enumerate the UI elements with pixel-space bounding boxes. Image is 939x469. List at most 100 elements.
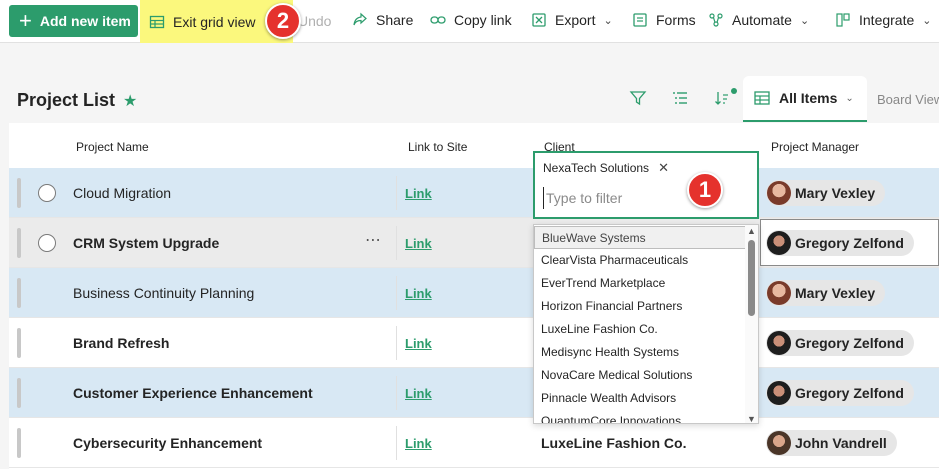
view-selector-label: All Items	[779, 90, 838, 106]
add-new-item-label: Add new item	[39, 13, 131, 29]
chevron-down-icon: ⌄	[922, 14, 932, 27]
client-cell[interactable]: LuxeLine Fashion Co.	[541, 435, 686, 451]
dropdown-option[interactable]: BlueWave Systems	[534, 226, 746, 249]
table-row[interactable]: Cloud Migration Link Mary Vexley	[9, 168, 939, 218]
person-chip[interactable]: Gregory Zelfond	[766, 230, 914, 256]
dropdown-scrollbar[interactable]: ▲ ▼	[745, 225, 758, 423]
add-new-item-button[interactable]: + Add new item	[9, 5, 138, 37]
link-icon	[430, 16, 446, 24]
view-selector[interactable]: All Items ⌄	[743, 76, 867, 122]
copy-link-button[interactable]: Copy link	[430, 12, 512, 28]
chevron-down-icon: ⌄	[603, 14, 613, 27]
row-indicator	[17, 428, 21, 458]
table-row[interactable]: Customer Experience Enhancement Link Gre…	[9, 368, 939, 418]
site-link[interactable]: Link	[405, 386, 432, 401]
avatar	[767, 281, 791, 305]
favorite-star-icon[interactable]: ★	[123, 91, 137, 111]
dropdown-option[interactable]: Horizon Financial Partners	[534, 295, 746, 318]
project-name-cell[interactable]: Business Continuity Planning	[73, 285, 254, 301]
sort-indicator-dot	[731, 88, 737, 94]
scroll-up-icon[interactable]: ▲	[747, 226, 756, 236]
page-title-text: Project List	[17, 90, 116, 110]
filter-icon[interactable]	[629, 89, 647, 107]
table-row[interactable]: Cybersecurity Enhancement Link LuxeLine …	[9, 418, 939, 468]
page-title: Project List ★	[17, 90, 137, 111]
row-indicator	[17, 228, 21, 258]
exit-grid-view-label: Exit grid view	[173, 13, 256, 30]
undo-button[interactable]: Undo	[298, 13, 331, 29]
integrate-label: Integrate	[859, 12, 915, 28]
row-select-radio[interactable]	[38, 234, 56, 252]
close-icon[interactable]: ✕	[658, 160, 669, 176]
row-select-radio[interactable]	[38, 184, 56, 202]
chevron-down-icon: ⌄	[799, 14, 810, 27]
cell-divider	[396, 426, 397, 460]
project-name-cell[interactable]: Brand Refresh	[73, 335, 169, 351]
export-button[interactable]: Export ⌄	[531, 12, 613, 28]
cell-divider	[396, 176, 397, 210]
dropdown-option[interactable]: QuantumCore Innovations	[534, 410, 746, 423]
cell-divider	[396, 276, 397, 310]
person-name: Gregory Zelfond	[795, 235, 904, 251]
person-chip[interactable]: John Vandrell	[766, 430, 897, 456]
forms-button[interactable]: Forms	[632, 12, 696, 28]
dropdown-option[interactable]: NovaCare Medical Solutions	[534, 364, 746, 387]
person-chip[interactable]: Mary Vexley	[766, 280, 886, 306]
person-name: John Vandrell	[795, 435, 887, 451]
dropdown-option[interactable]: EverTrend Marketplace	[534, 272, 746, 295]
avatar	[767, 231, 791, 255]
dropdown-option[interactable]: LuxeLine Fashion Co.	[534, 318, 746, 341]
row-indicator	[17, 328, 21, 358]
integrate-icon	[836, 13, 850, 27]
client-filter-editor[interactable]: NexaTech Solutions ✕	[533, 151, 759, 219]
site-link[interactable]: Link	[405, 336, 432, 351]
column-header-project-manager[interactable]: Project Manager	[771, 140, 859, 154]
table-row[interactable]: Business Continuity Planning Link Mary V…	[9, 268, 939, 318]
selected-client-chip[interactable]: NexaTech Solutions ✕	[543, 160, 669, 176]
cell-divider	[396, 326, 397, 360]
site-link[interactable]: Link	[405, 236, 432, 251]
avatar	[767, 381, 791, 405]
more-options-icon[interactable]: ⋯	[365, 230, 382, 250]
group-by-icon[interactable]	[671, 89, 689, 107]
sort-icon[interactable]	[713, 89, 731, 107]
cell-divider	[396, 226, 397, 260]
automate-label: Automate	[732, 12, 792, 28]
dropdown-option[interactable]: Medisync Health Systems	[534, 341, 746, 364]
person-chip[interactable]: Gregory Zelfond	[766, 330, 914, 356]
board-view-tab[interactable]: Board View	[877, 92, 939, 107]
project-name-cell[interactable]: CRM System Upgrade	[73, 235, 219, 251]
excel-icon	[532, 13, 546, 27]
table-row[interactable]: CRM System Upgrade ⋯ Link Gregory Zelfon…	[9, 218, 939, 268]
scrollbar-thumb[interactable]	[748, 240, 755, 316]
person-name: Gregory Zelfond	[795, 335, 904, 351]
person-chip[interactable]: Mary Vexley	[766, 180, 886, 206]
site-link[interactable]: Link	[405, 286, 432, 301]
row-indicator	[17, 178, 21, 208]
scroll-down-icon[interactable]: ▼	[747, 414, 756, 423]
site-link[interactable]: Link	[405, 186, 432, 201]
automate-button[interactable]: Automate ⌄	[708, 12, 809, 28]
row-indicator	[17, 278, 21, 308]
dropdown-option[interactable]: ClearVista Pharmaceuticals	[534, 249, 746, 272]
avatar	[767, 331, 791, 355]
column-header-link-to-site[interactable]: Link to Site	[408, 140, 467, 154]
list-grid: Project Name Link to Site Client Project…	[9, 123, 939, 469]
grid-view-icon	[754, 91, 770, 105]
project-name-cell[interactable]: Cybersecurity Enhancement	[73, 435, 262, 451]
site-link[interactable]: Link	[405, 436, 432, 451]
project-name-cell[interactable]: Cloud Migration	[73, 185, 171, 201]
person-name: Mary Vexley	[795, 185, 876, 201]
copy-link-label: Copy link	[454, 12, 512, 28]
integrate-button[interactable]: Integrate ⌄	[835, 12, 931, 28]
avatar	[767, 181, 791, 205]
project-name-cell[interactable]: Customer Experience Enhancement	[73, 385, 313, 401]
table-row[interactable]: Brand Refresh Link Gregory Zelfond	[9, 318, 939, 368]
dropdown-option[interactable]: Pinnacle Wealth Advisors	[534, 387, 746, 410]
cell-divider	[396, 376, 397, 410]
avatar	[767, 431, 791, 455]
share-icon	[353, 12, 367, 26]
column-header-project-name[interactable]: Project Name	[76, 140, 149, 154]
share-button[interactable]: Share	[352, 12, 413, 28]
person-chip[interactable]: Gregory Zelfond	[766, 380, 914, 406]
